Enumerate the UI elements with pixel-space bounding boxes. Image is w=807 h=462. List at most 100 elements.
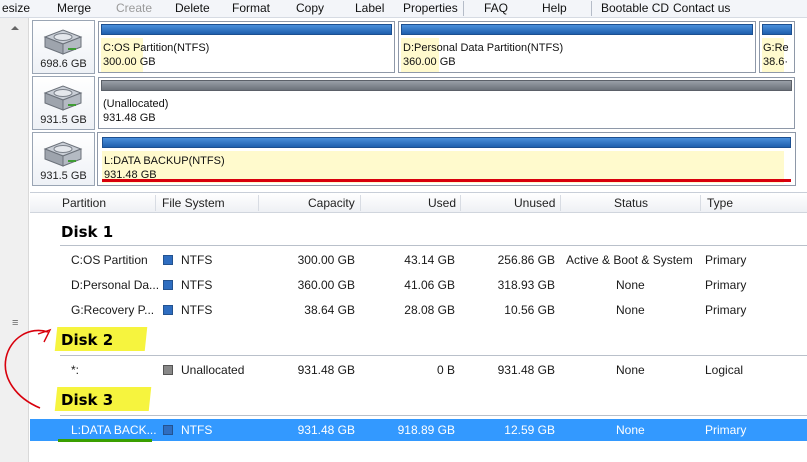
hard-disk-icon	[43, 85, 83, 111]
cell-partition: C:OS Partition	[71, 253, 148, 267]
partition-block-label: G:Re 38.6·	[763, 41, 789, 69]
partition-bar	[101, 80, 792, 91]
partition-name: (Unallocated)	[103, 98, 169, 110]
delete-button[interactable]: Delete	[175, 1, 210, 15]
cell-unused: 10.56 GB	[504, 303, 555, 317]
copy-button[interactable]: Copy	[296, 1, 324, 15]
partition-name: C:OS Partition(NTFS)	[103, 42, 210, 54]
table-row[interactable]: C:OS Partition NTFS 300.00 GB 43.14 GB 2…	[30, 249, 807, 271]
cell-type: Primary	[705, 278, 747, 292]
group-divider	[60, 355, 807, 356]
ntfs-icon	[163, 425, 173, 435]
cell-capacity: 38.64 GB	[304, 303, 355, 317]
partition-block-unallocated[interactable]: (Unallocated) 931.48 GB	[98, 77, 795, 129]
cell-unused: 931.48 GB	[497, 363, 555, 377]
column-divider[interactable]	[460, 195, 461, 211]
cell-status: None	[616, 423, 645, 437]
partition-name: G:Re	[763, 42, 789, 54]
column-divider[interactable]	[258, 195, 259, 211]
disk-info[interactable]: 931.5 GB	[32, 76, 95, 130]
partition-bar	[762, 24, 792, 35]
column-header-partition[interactable]: Partition	[62, 196, 106, 210]
label-button[interactable]: Label	[355, 1, 384, 15]
properties-button[interactable]: Properties	[403, 1, 458, 15]
cell-file-system: NTFS	[181, 278, 213, 292]
partition-name: L:DATA BACKUP(NTFS)	[104, 155, 225, 167]
disk-map-row-disk3: 931.5 GB L:DATA BACKUP(NTFS) 931.48 GB	[30, 132, 807, 186]
ntfs-icon	[163, 305, 173, 315]
selection-underline	[102, 179, 791, 182]
help-button[interactable]: Help	[542, 1, 567, 15]
partition-size: 360.00 GB	[403, 56, 456, 68]
column-header-capacity[interactable]: Capacity	[308, 196, 355, 210]
column-divider[interactable]	[700, 195, 701, 211]
cell-status: Active & Boot & System	[566, 253, 693, 267]
column-header-status[interactable]: Status	[614, 196, 648, 210]
cell-file-system: Unallocated	[181, 363, 245, 377]
splitter-grip-icon[interactable]: ≡	[12, 318, 18, 329]
faq-button[interactable]: FAQ	[484, 1, 508, 15]
table-row[interactable]: *: Unallocated 931.48 GB 0 B 931.48 GB N…	[30, 359, 807, 381]
column-header-file-system[interactable]: File System	[162, 196, 225, 210]
resize-button[interactable]: esize	[2, 1, 30, 15]
disk-info[interactable]: 698.6 GB	[32, 20, 95, 74]
cell-status: None	[616, 363, 645, 377]
green-underline-annotation	[58, 439, 152, 442]
cell-partition: L:DATA BACK...	[71, 423, 157, 437]
merge-button[interactable]: Merge	[57, 1, 91, 15]
partition-size: 38.6·	[763, 56, 789, 68]
toolbar-separator	[463, 1, 464, 16]
cell-type: Primary	[705, 423, 747, 437]
disk-info[interactable]: 931.5 GB	[32, 132, 95, 186]
group-divider	[60, 415, 807, 416]
partition-bar	[101, 24, 392, 35]
group-title-disk3: Disk 3	[61, 391, 114, 409]
cell-type: Logical	[705, 363, 744, 377]
cell-capacity: 360.00 GB	[297, 278, 355, 292]
contact-us-button[interactable]: Contact us	[673, 1, 730, 15]
table-row[interactable]: D:Personal Da... NTFS 360.00 GB 41.06 GB…	[30, 274, 807, 296]
cell-status: None	[616, 303, 645, 317]
cell-file-system: NTFS	[181, 303, 213, 317]
column-header-unused[interactable]: Unused	[514, 196, 555, 210]
group-divider	[60, 245, 807, 246]
disk-map: 698.6 GB C:OS Partition(NTFS) 300.00 GB …	[30, 18, 807, 190]
cell-unused: 318.93 GB	[497, 278, 555, 292]
toolbar: esize Merge Create Delete Format Copy La…	[0, 0, 807, 18]
partition-block-c[interactable]: C:OS Partition(NTFS) 300.00 GB	[98, 21, 395, 73]
ntfs-icon	[163, 280, 173, 290]
toolbar-separator	[591, 1, 592, 16]
disk-map-row-disk2: 931.5 GB (Unallocated) 931.48 GB	[30, 76, 807, 130]
partition-list: Partition File System Capacity Used Unus…	[30, 192, 807, 462]
ntfs-icon	[163, 255, 173, 265]
column-divider[interactable]	[560, 195, 561, 211]
partition-block-l[interactable]: L:DATA BACKUP(NTFS) 931.48 GB	[97, 132, 796, 186]
partition-block-d[interactable]: D:Personal Data Partition(NTFS) 360.00 G…	[398, 21, 756, 73]
partition-block-label: (Unallocated) 931.48 GB	[103, 97, 168, 125]
partition-bar	[401, 24, 753, 35]
column-divider[interactable]	[155, 195, 156, 211]
create-button[interactable]: Create	[116, 1, 152, 15]
cell-type: Primary	[705, 303, 747, 317]
cell-used: 918.89 GB	[397, 423, 455, 437]
table-row-selected[interactable]: L:DATA BACK... NTFS 931.48 GB 918.89 GB …	[30, 419, 807, 441]
cell-status: None	[616, 278, 645, 292]
collapse-arrow-icon[interactable]	[11, 26, 19, 30]
cell-capacity: 931.48 GB	[297, 363, 355, 377]
partition-block-g[interactable]: G:Re 38.6·	[759, 21, 795, 73]
partition-block-label: L:DATA BACKUP(NTFS) 931.48 GB	[104, 154, 225, 182]
column-header-type[interactable]: Type	[707, 196, 733, 210]
table-row[interactable]: G:Recovery P... NTFS 38.64 GB 28.08 GB 1…	[30, 299, 807, 321]
bootable-cd-button[interactable]: Bootable CD	[601, 1, 669, 15]
cell-capacity: 300.00 GB	[297, 253, 355, 267]
format-button[interactable]: Format	[232, 1, 270, 15]
unallocated-icon	[163, 365, 173, 375]
column-header-used[interactable]: Used	[428, 196, 456, 210]
cell-partition: *:	[71, 363, 80, 377]
column-divider[interactable]	[360, 195, 361, 211]
group-title-disk2: Disk 2	[61, 331, 114, 349]
cell-used: 0 B	[436, 363, 455, 377]
list-header: Partition File System Capacity Used Unus…	[30, 193, 807, 213]
disk-map-row-disk1: 698.6 GB C:OS Partition(NTFS) 300.00 GB …	[30, 20, 807, 74]
partition-block-label: C:OS Partition(NTFS) 300.00 GB	[103, 41, 209, 69]
